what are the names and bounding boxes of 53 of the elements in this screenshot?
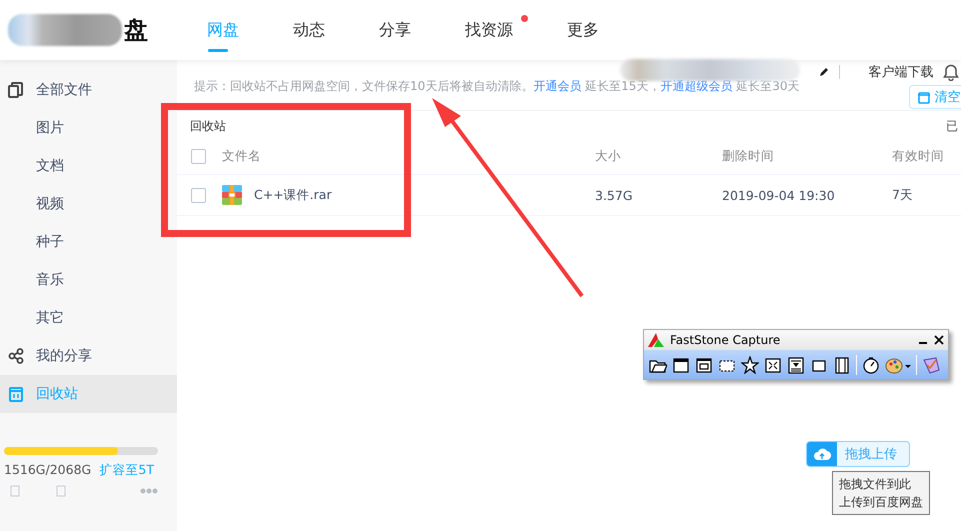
star-icon[interactable] [741, 356, 759, 374]
column-header: 删除时间 [722, 148, 775, 164]
nav-tab[interactable]: 更多 [540, 0, 626, 60]
square-icon [56, 485, 66, 497]
checkbox[interactable] [191, 188, 206, 202]
sidebar-item[interactable]: 我的分享 [0, 337, 177, 375]
storage-usage: 1516G/2068G [4, 462, 92, 479]
nav-tab[interactable]: 找资源 [438, 0, 540, 60]
section-title: 回收站 [190, 118, 226, 135]
close-icon[interactable] [934, 335, 944, 345]
fullscreen-icon[interactable] [764, 356, 782, 374]
app-logo-icon [648, 333, 664, 347]
nav-tab[interactable]: 动态 [266, 0, 352, 60]
column-header: 文件名 [222, 148, 261, 164]
trash-icon [918, 90, 930, 104]
files-icon [8, 82, 24, 98]
checkbox[interactable] [191, 148, 206, 164]
square-icon [10, 485, 20, 497]
scroll-window-icon[interactable] [787, 356, 805, 374]
file-size: 3.57G [595, 188, 634, 202]
validity-period: 7天 [892, 186, 914, 204]
sidebar-item[interactable]: 全部文件 [0, 71, 177, 109]
deleted-time: 2019-09-04 19:30 [722, 188, 836, 202]
archive-file-icon [222, 185, 242, 205]
film-icon[interactable] [833, 356, 851, 374]
sidebar-item[interactable]: 其它 [0, 299, 177, 337]
logo-text: 盘 [124, 15, 148, 46]
column-header: 有效时间 [892, 148, 945, 164]
window-icon[interactable] [695, 356, 713, 374]
pencil-icon [819, 67, 830, 77]
window-icon[interactable] [672, 356, 690, 374]
more-icon [140, 488, 158, 494]
trash-icon [8, 386, 24, 402]
recycle-notice: 提示：回收站不占用网盘空间，文件保存10天后将被自动清除。开通会员 延长至15天，开通超级会员 延长至30天 [194, 78, 800, 95]
sidebar-item[interactable]: 视频 [0, 185, 177, 223]
nav-tab[interactable]: 分享 [352, 0, 438, 60]
sidebar-item[interactable]: 文档 [0, 147, 177, 185]
bell-icon [943, 64, 960, 80]
palette-icon[interactable] [885, 356, 911, 374]
cloud-upload-icon [813, 447, 831, 461]
stopwatch-icon[interactable] [862, 356, 880, 374]
tooltip: 拖拽文件到此 上传到百度网盘 [832, 471, 930, 515]
status-text: 已 [946, 118, 958, 135]
file-name[interactable]: C++课件.rar [254, 186, 332, 204]
client-download-link[interactable]: 客户端下载 [868, 63, 934, 81]
window-title: FastStone Capture [670, 333, 782, 347]
column-header: 大小 [595, 148, 622, 164]
sidebar-item[interactable]: 图片 [0, 109, 177, 147]
upload-label: 拖拽上传 [845, 446, 897, 463]
share-icon [8, 348, 24, 364]
pen-icon[interactable] [922, 356, 940, 374]
sidebar-item[interactable]: 音乐 [0, 261, 177, 299]
sidebar-item[interactable]: 种子 [0, 223, 177, 261]
